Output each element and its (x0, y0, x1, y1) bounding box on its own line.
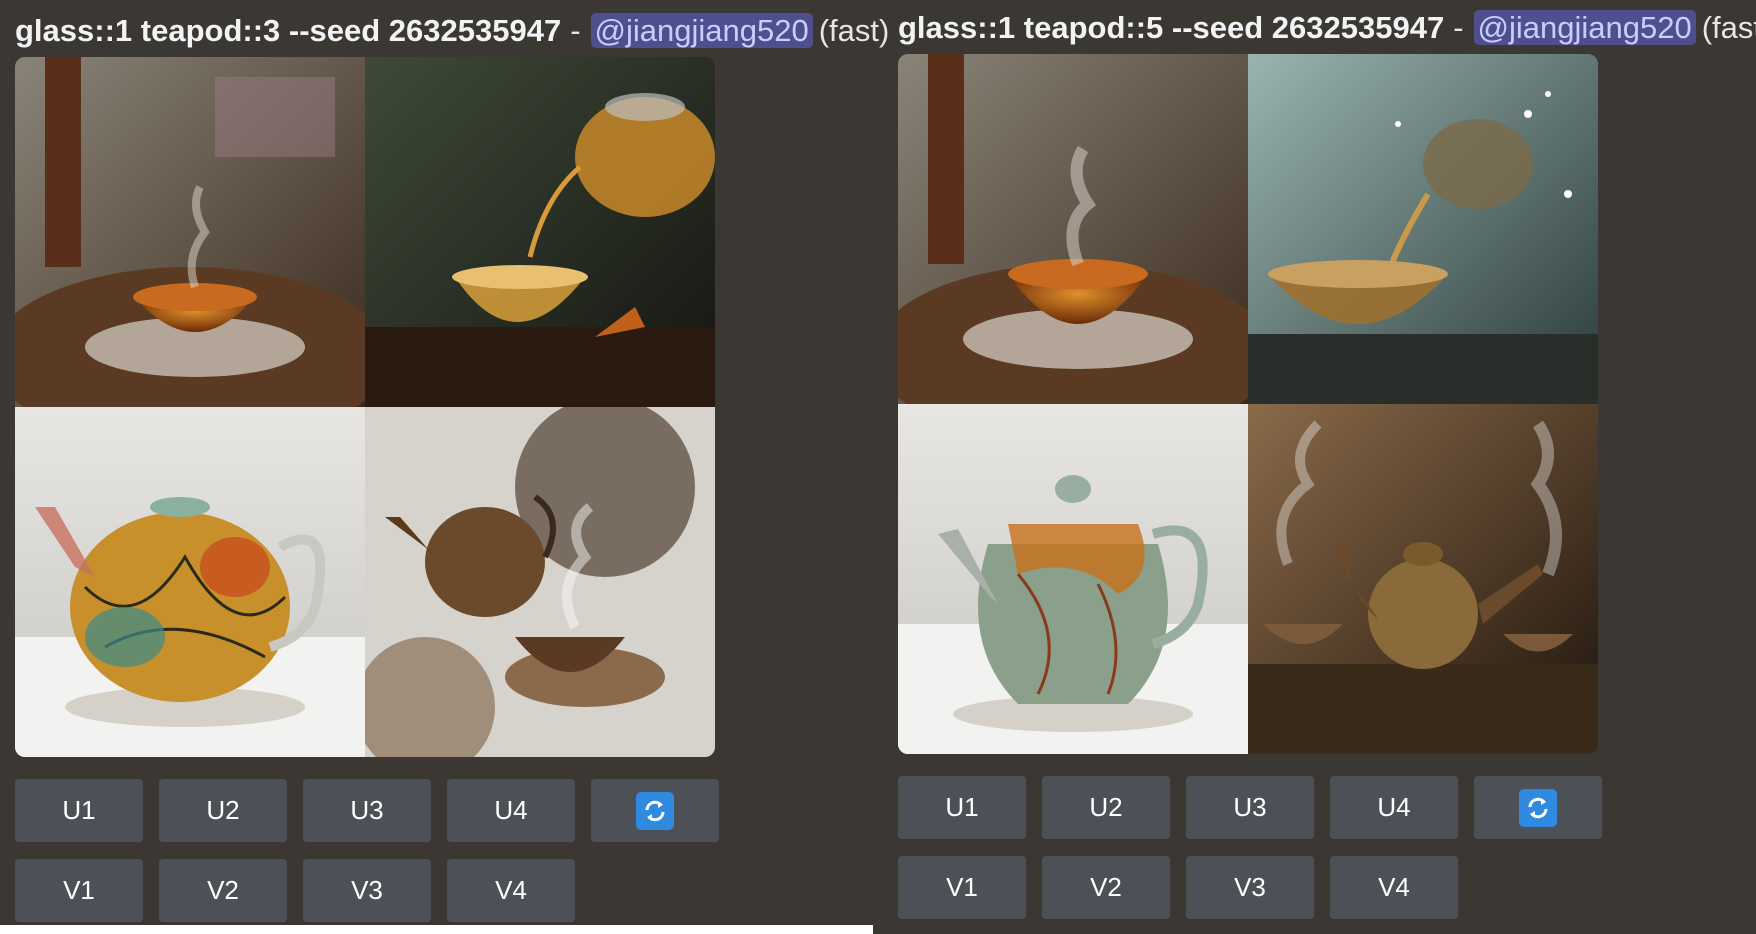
ink-teapot-image (365, 407, 715, 757)
separator: - (1453, 10, 1464, 45)
v3-button[interactable]: V3 (1186, 856, 1314, 919)
image-grid[interactable] (15, 57, 715, 757)
refresh-icon (636, 791, 674, 830)
v4-button[interactable]: V4 (447, 859, 575, 922)
separator: - (570, 13, 581, 48)
speed-label: (fast) (1701, 10, 1756, 45)
u4-button[interactable]: U4 (1330, 776, 1458, 839)
splashing-teapot-image (1248, 54, 1598, 404)
v2-button[interactable]: V2 (159, 859, 287, 922)
image-tile-4[interactable] (365, 407, 715, 757)
v1-button[interactable]: V1 (898, 856, 1026, 919)
u2-button[interactable]: U2 (1042, 776, 1170, 839)
variation-row: V1 V2 V3 V4 (15, 859, 575, 922)
u1-button[interactable]: U1 (898, 776, 1026, 839)
u3-button[interactable]: U3 (1186, 776, 1314, 839)
user-mention[interactable]: @jiangjiang520 (1473, 10, 1696, 45)
u1-button[interactable]: U1 (15, 779, 143, 842)
u4-button[interactable]: U4 (447, 779, 575, 842)
rustic-teapot-image (1248, 404, 1598, 754)
teapot-pouring-image (365, 57, 715, 407)
image-grid[interactable] (898, 54, 1598, 754)
image-tile-4[interactable] (1248, 404, 1598, 754)
speed-label: (fast) (818, 13, 890, 48)
reroll-button[interactable] (591, 779, 719, 842)
bottom-strip (0, 925, 873, 934)
message-header: glass::1 teapod::5 --seed 2632535947- @ji… (898, 8, 1756, 48)
message-header: glass::1 teapod::3 --seed 2632535947- @ji… (15, 11, 889, 51)
green-glass-teapot-image (898, 404, 1248, 754)
image-tile-3[interactable] (898, 404, 1248, 754)
variation-row: V1 V2 V3 V4 (898, 856, 1458, 919)
prompt-text: glass::1 teapod::5 --seed 2632535947 (898, 10, 1445, 45)
tea-cup-image (898, 54, 1248, 404)
image-tile-1[interactable] (898, 54, 1248, 404)
image-tile-2[interactable] (1248, 54, 1598, 404)
tea-cup-image (15, 57, 365, 407)
v4-button[interactable]: V4 (1330, 856, 1458, 919)
upscale-row: U1 U2 U3 U4 (898, 776, 1602, 839)
image-tile-1[interactable] (15, 57, 365, 407)
prompt-text: glass::1 teapod::3 --seed 2632535947 (15, 13, 562, 48)
reroll-button[interactable] (1474, 776, 1602, 839)
refresh-icon (1519, 788, 1557, 827)
v2-button[interactable]: V2 (1042, 856, 1170, 919)
v3-button[interactable]: V3 (303, 859, 431, 922)
upscale-row: U1 U2 U3 U4 (15, 779, 719, 842)
stained-glass-teapot-image (15, 407, 365, 757)
image-tile-3[interactable] (15, 407, 365, 757)
user-mention[interactable]: @jiangjiang520 (590, 13, 813, 48)
u3-button[interactable]: U3 (303, 779, 431, 842)
v1-button[interactable]: V1 (15, 859, 143, 922)
image-tile-2[interactable] (365, 57, 715, 407)
u2-button[interactable]: U2 (159, 779, 287, 842)
